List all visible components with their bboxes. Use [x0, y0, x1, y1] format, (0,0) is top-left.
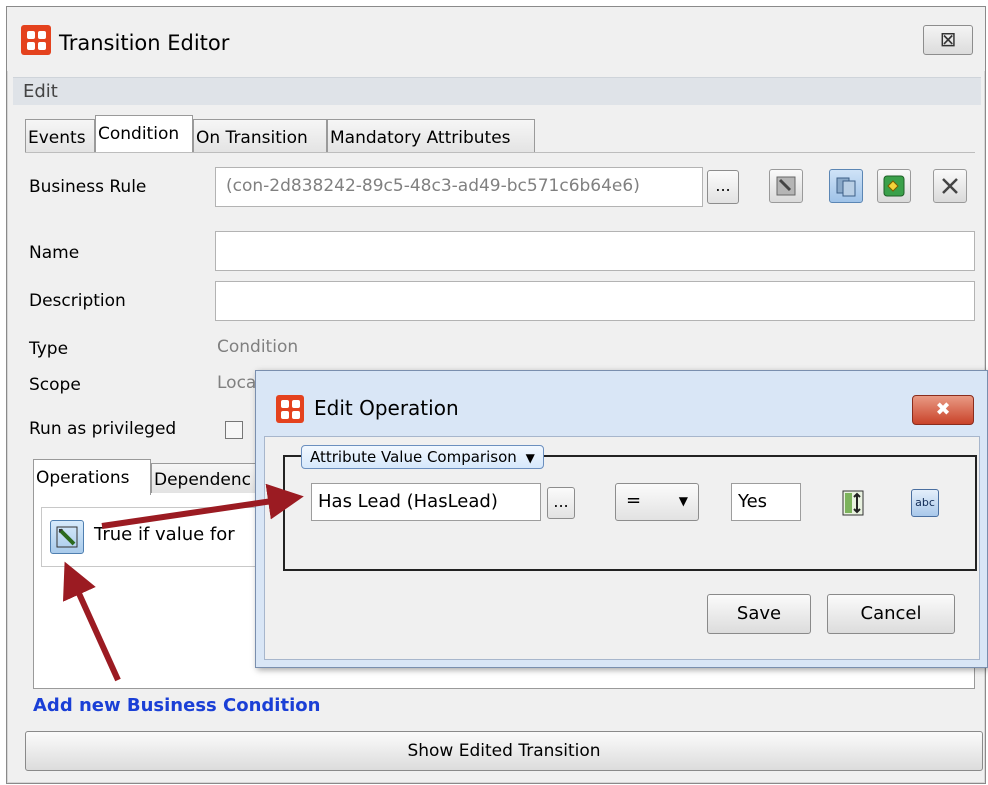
arrow-to-attribute — [101, 483, 304, 529]
arrow-to-edit-button — [62, 561, 121, 682]
annotation-arrows — [62, 483, 304, 682]
